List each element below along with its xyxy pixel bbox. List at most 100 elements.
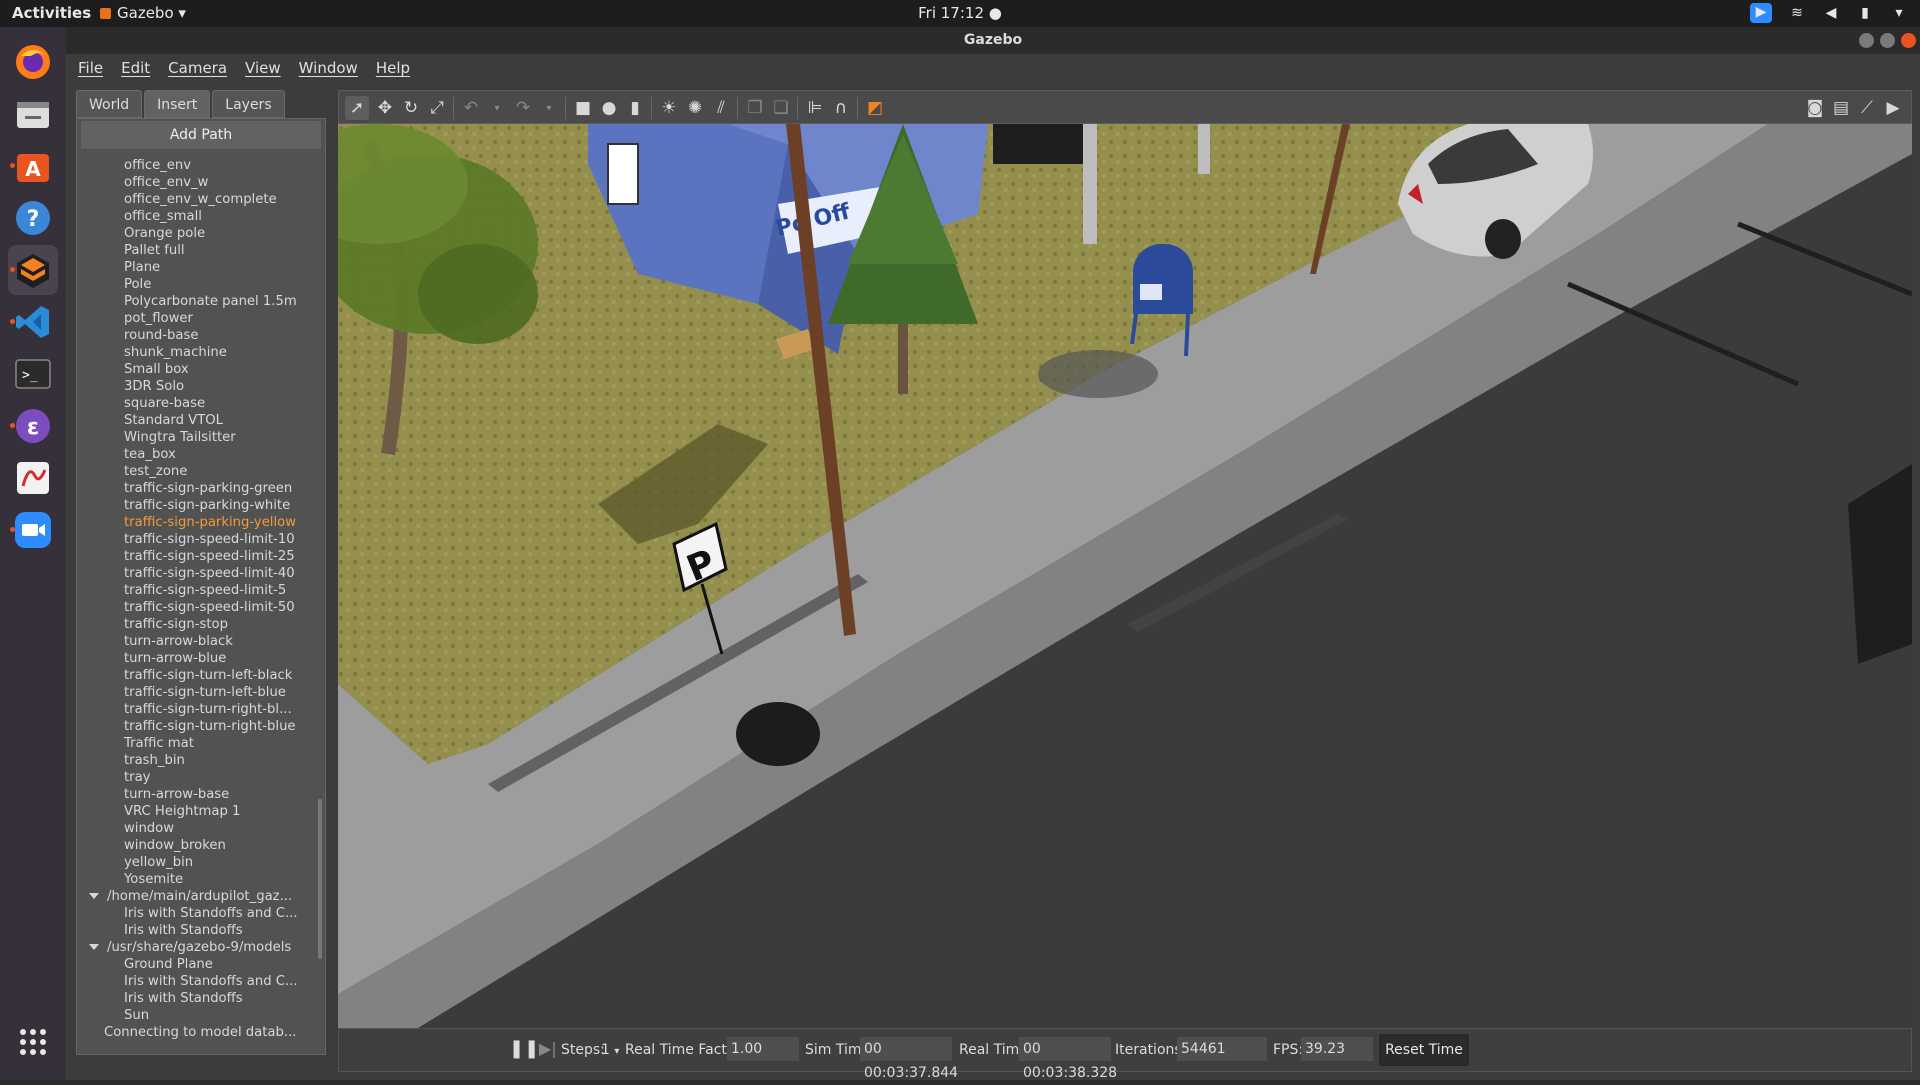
dock-zoom[interactable] (8, 505, 58, 555)
dock-show-apps[interactable] (8, 1017, 58, 1067)
add-path-button[interactable]: Add Path (81, 121, 321, 149)
volume-icon[interactable]: ◀ (1822, 4, 1840, 22)
model-list-item[interactable]: shunk_machine (77, 344, 313, 361)
select-mode-button[interactable]: ➚ (345, 96, 369, 120)
model-list-item[interactable]: traffic-sign-speed-limit-50 (77, 599, 313, 616)
model-list-item[interactable]: Iris with Standoffs (77, 990, 313, 1007)
3d-viewport[interactable]: Po Off P (338, 124, 1912, 1028)
model-list-item[interactable]: tray (77, 769, 313, 786)
menu-view[interactable]: View (245, 59, 281, 77)
model-list-item[interactable]: traffic-sign-turn-right-blue (77, 718, 313, 735)
model-list-item[interactable]: office_small (77, 208, 313, 225)
model-list-item[interactable]: Iris with Standoffs and C... (77, 905, 313, 922)
model-list-item[interactable]: office_env_w (77, 174, 313, 191)
model-list-item[interactable]: Plane (77, 259, 313, 276)
tab-layers[interactable]: Layers (212, 90, 285, 118)
video-record-button[interactable]: ▶ (1881, 96, 1905, 120)
dock-firefox[interactable] (8, 37, 58, 87)
model-list-item[interactable]: tea_box (77, 446, 313, 463)
spot-light-button[interactable]: ✺ (683, 96, 707, 120)
menu-file[interactable]: File (78, 59, 103, 77)
steps-spinbox[interactable]: 1 ▾ (601, 1042, 619, 1058)
model-list-item[interactable]: traffic-sign-speed-limit-25 (77, 548, 313, 565)
model-list-item[interactable]: window_broken (77, 837, 313, 854)
tab-world[interactable]: World (76, 90, 143, 118)
expand-caret-icon[interactable] (89, 893, 99, 899)
copy-button[interactable]: ❐ (743, 96, 767, 120)
model-list-item[interactable]: Small box (77, 361, 313, 378)
model-list-item[interactable]: Sun (77, 1007, 313, 1024)
point-light-button[interactable]: ☀ (657, 96, 681, 120)
minimize-button[interactable] (1859, 33, 1874, 48)
dock-emacs[interactable]: ε (8, 401, 58, 451)
dock-gazebo[interactable] (8, 245, 58, 295)
model-list-item[interactable]: Ground Plane (77, 956, 313, 973)
model-list-scrollbar[interactable] (318, 799, 322, 959)
model-list-item[interactable]: 3DR Solo (77, 378, 313, 395)
model-list-item[interactable]: office_env_w_complete (77, 191, 313, 208)
clock[interactable]: Fri 17:12 ● (918, 4, 1002, 22)
window-titlebar[interactable]: Gazebo (66, 27, 1920, 54)
model-list-item[interactable]: trash_bin (77, 752, 313, 769)
model-list-item[interactable]: traffic-sign-speed-limit-10 (77, 531, 313, 548)
reset-time-button[interactable]: Reset Time (1379, 1034, 1469, 1066)
wifi-icon[interactable]: ≋ (1788, 4, 1806, 22)
model-list-item[interactable]: Orange pole (77, 225, 313, 242)
close-button[interactable] (1901, 33, 1916, 48)
paste-button[interactable]: ❏ (769, 96, 793, 120)
model-list-item[interactable]: Pole (77, 276, 313, 293)
maximize-button[interactable] (1880, 33, 1895, 48)
pause-button[interactable]: ❚❚ (509, 1038, 539, 1059)
model-list-item[interactable]: traffic-sign-turn-right-bl... (77, 701, 313, 718)
snap-button[interactable]: ∩ (829, 96, 853, 120)
box-shape-button[interactable]: ■ (571, 96, 595, 120)
model-list-item[interactable]: traffic-sign-stop (77, 616, 313, 633)
dock-pdf-viewer[interactable] (8, 453, 58, 503)
battery-icon[interactable]: ▮ (1856, 4, 1874, 22)
model-list-item[interactable]: turn-arrow-base (77, 786, 313, 803)
model-list-item[interactable]: Wingtra Tailsitter (77, 429, 313, 446)
model-list-item[interactable]: Polycarbonate panel 1.5m (77, 293, 313, 310)
dock-vscode[interactable] (8, 297, 58, 347)
undo-button[interactable]: ↶ (459, 96, 483, 120)
translate-mode-button[interactable]: ✥ (373, 96, 397, 120)
model-list-item[interactable]: VRC Heightmap 1 (77, 803, 313, 820)
scale-mode-button[interactable]: ⤢ (425, 96, 449, 120)
app-menu[interactable]: Gazebo ▾ (100, 4, 186, 22)
model-list-item[interactable]: traffic-sign-turn-left-blue (77, 684, 313, 701)
undo-history-button[interactable]: ▾ (485, 96, 509, 120)
menu-help[interactable]: Help (376, 59, 410, 77)
model-list-item[interactable]: Yosemite (77, 871, 313, 888)
model-list-item[interactable]: traffic-sign-parking-green (77, 480, 313, 497)
view-angle-button[interactable]: ◩ (863, 96, 887, 120)
model-list-item[interactable]: traffic-sign-parking-yellow (77, 514, 313, 531)
model-list-item[interactable]: traffic-sign-parking-white (77, 497, 313, 514)
cylinder-shape-button[interactable]: ▮ (623, 96, 647, 120)
model-list-item[interactable]: traffic-sign-speed-limit-5 (77, 582, 313, 599)
screenshot-button[interactable]: ◙ (1803, 96, 1827, 120)
tab-insert[interactable]: Insert (144, 90, 211, 118)
menu-edit[interactable]: Edit (121, 59, 150, 77)
model-list-item[interactable]: Traffic mat (77, 735, 313, 752)
redo-button[interactable]: ↷ (511, 96, 535, 120)
dock-files[interactable] (8, 89, 58, 139)
rotate-mode-button[interactable]: ↻ (399, 96, 423, 120)
zoom-tray-icon[interactable]: ▶ (1750, 3, 1772, 23)
model-list-item[interactable]: round-base (77, 327, 313, 344)
model-list-item[interactable]: Iris with Standoffs and C... (77, 973, 313, 990)
model-list-item[interactable]: pot_flower (77, 310, 313, 327)
directional-light-button[interactable]: ⫽ (709, 96, 733, 120)
log-button[interactable]: ▤ (1829, 96, 1853, 120)
model-list-item[interactable]: Iris with Standoffs (77, 922, 313, 939)
model-list-item[interactable]: turn-arrow-black (77, 633, 313, 650)
menu-camera[interactable]: Camera (168, 59, 227, 77)
redo-history-button[interactable]: ▾ (537, 96, 561, 120)
dock-help[interactable]: ? (8, 193, 58, 243)
model-list-item[interactable]: Standard VTOL (77, 412, 313, 429)
model-list-item[interactable]: traffic-sign-speed-limit-40 (77, 565, 313, 582)
dock-terminal[interactable]: >_ (8, 349, 58, 399)
plot-button[interactable]: ⟋ (1855, 96, 1879, 120)
model-list-item[interactable]: turn-arrow-blue (77, 650, 313, 667)
activities-button[interactable]: Activities (12, 4, 91, 22)
align-button[interactable]: ⊫ (803, 96, 827, 120)
